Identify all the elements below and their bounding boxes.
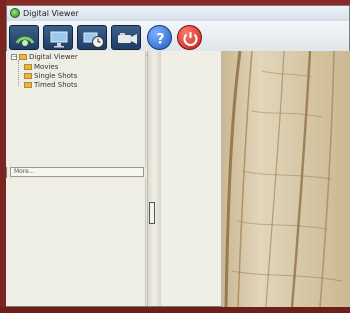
monitor-button[interactable] [43,25,73,50]
timer-icon [83,32,104,48]
panel-splitter[interactable] [147,51,162,306]
record-button[interactable] [9,25,39,50]
timer-button[interactable] [77,25,107,50]
svg-text:?: ? [156,32,164,48]
help-icon: ? [156,32,164,48]
folder-icon [24,82,32,88]
help-button[interactable]: ? [147,25,172,50]
tree-root-label: Digital Viewer [29,53,78,61]
camera-viewer [222,51,350,307]
thumbnail-panel [6,178,146,306]
more-field[interactable]: More... [10,167,144,177]
power-icon [183,32,198,46]
preview-list-panel [161,51,222,306]
video-camera-icon [118,33,137,44]
folder-tree: − Digital Viewer Movies Single Shots Tim… [6,51,146,167]
monitor-bezel-bottom [0,307,350,313]
folder-icon [24,73,32,79]
microscope-image [222,51,350,307]
collapse-icon[interactable]: − [11,54,17,60]
monitor-icon [50,31,68,48]
folder-icon [24,64,32,70]
folder-icon [19,54,27,60]
tree-item-label: Timed Shots [34,81,78,89]
capture-icon [15,36,35,46]
app-logo-icon [10,8,20,18]
window-title: Digital Viewer [23,9,79,18]
exit-button[interactable] [177,25,202,50]
splitter-grip[interactable] [149,202,155,224]
title-bar[interactable]: Digital Viewer [7,6,349,22]
video-button[interactable] [111,25,141,50]
